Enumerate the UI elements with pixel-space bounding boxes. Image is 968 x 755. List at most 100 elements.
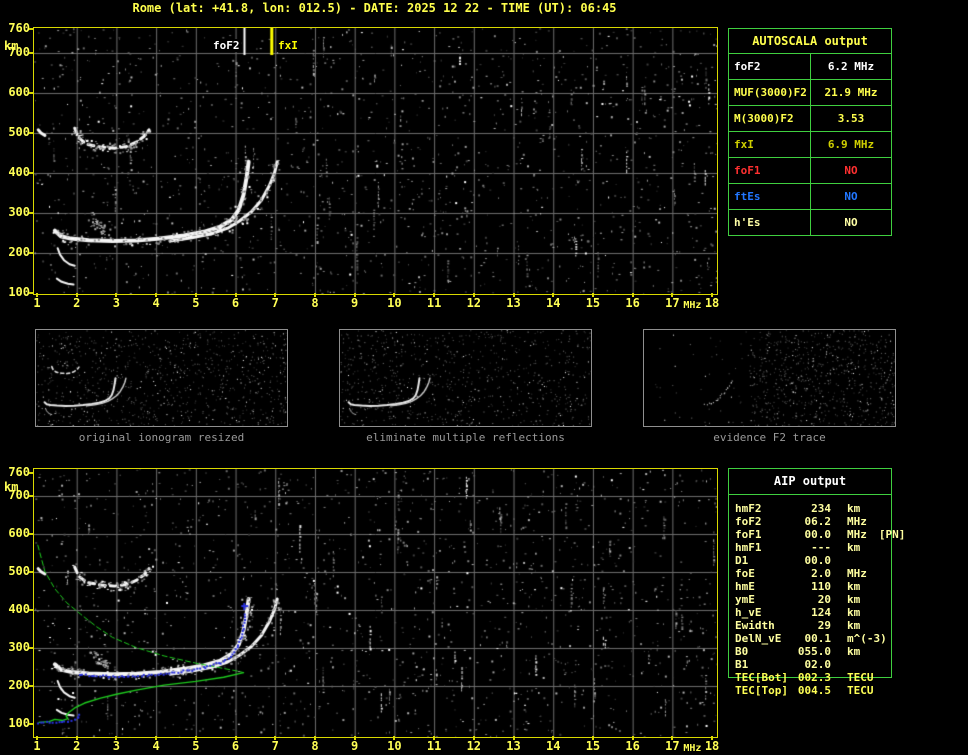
x-tick-label: 2 (73, 739, 81, 753)
param-unit: m^(-3) (847, 632, 887, 645)
param-label: ftEs (729, 184, 811, 209)
aip-row: B1 02.0 (729, 658, 891, 671)
param-value: NO (844, 164, 858, 177)
x-tick-label: 1 (33, 739, 41, 753)
param-label: hmF2 (735, 502, 762, 515)
x-tick-mark (512, 736, 515, 740)
aip-table-rows: hmF2 234 km foF2 06.2 MHz foF1 00.0 MHz [PN] hmF1 -… (729, 502, 905, 697)
x-tick-label: 12 (466, 739, 482, 753)
aip-row: foE 2.0 MHz (729, 567, 891, 580)
x-tick-mark (472, 736, 475, 740)
y-tick-mark (29, 292, 33, 294)
param-unit: TECU (847, 671, 874, 684)
autoscala-row: ftEs NO (729, 184, 891, 210)
x-tick-mark (433, 293, 436, 297)
fof2-marker-label: foF2 (212, 39, 241, 52)
param-value: 110 (811, 580, 831, 593)
x-tick-label: 14 (545, 296, 561, 310)
param-value: 00.0 (804, 554, 832, 567)
y-tick-mark (29, 92, 33, 94)
autoscala-row: MUF(3000)F2 21.9 MHz (729, 80, 891, 106)
param-label: ymE (735, 593, 755, 606)
x-tick-mark (234, 736, 237, 740)
param-label: h'Es (729, 210, 811, 235)
x-tick-label: 14 (545, 739, 561, 753)
param-label: foF2 (729, 54, 811, 79)
aip-row: hmF2 234 km (729, 502, 891, 515)
param-label: foF2 (735, 515, 762, 528)
param-label: foE (735, 567, 755, 580)
x-tick-mark (313, 293, 316, 297)
thumbnail-eliminate-canvas (340, 330, 591, 426)
param-label: foF1 (729, 158, 811, 183)
x-tick-mark (194, 293, 197, 297)
param-label: DelN_vE (735, 632, 782, 645)
param-tag (860, 606, 872, 619)
x-tick-mark (393, 293, 396, 297)
param-unit: km (847, 619, 861, 632)
x-tick-mark (631, 736, 634, 740)
param-value: 055.0 (797, 645, 831, 658)
thumbnail-eliminate-reflections (339, 329, 592, 427)
fxi-marker-label: fxI (277, 39, 299, 52)
x-tick-mark (631, 293, 634, 297)
autoscala-table-rows: foF2 6.2 MHz MUF(3000)F2 21.9 MHz M(3000)F2 3… (729, 54, 891, 235)
param-value: 29 (817, 619, 831, 632)
autoscala-window: { "window": { "title": "Rome (lat: +41.8… (0, 0, 968, 755)
y-tick-mark (29, 494, 33, 497)
param-label: M(3000)F2 (729, 106, 811, 131)
y-tick-label: 300 (8, 205, 30, 219)
param-tag (887, 632, 899, 645)
y-tick-mark (29, 252, 33, 254)
x-tick-mark (711, 293, 714, 297)
y-tick-label: 100 (8, 715, 30, 730)
aip-row: DelN_vE 00.1 m^(-3) (729, 632, 891, 645)
y-tick-mark (29, 52, 33, 54)
param-unit: km (847, 593, 861, 606)
param-value: 234 (811, 502, 831, 515)
param-value: 21.9 MHz (824, 86, 878, 99)
y-tick-mark (29, 722, 33, 725)
param-unit: km (847, 580, 861, 593)
thumbnail-caption-3: evidence F2 trace (713, 431, 826, 444)
param-value: 20 (817, 593, 831, 606)
param-tag (867, 515, 879, 528)
x-tick-mark (234, 293, 237, 297)
bottom-ionogram-plot (33, 468, 718, 738)
x-tick-label: 18 (704, 739, 720, 753)
x-tick-label: 15 (585, 739, 601, 753)
x-tick-label: 17 (665, 739, 680, 753)
param-label: foF1 (735, 528, 762, 541)
autoscala-output-table: AUTOSCALA output foF2 6.2 MHz MUF(3000)F2 2… (728, 28, 892, 236)
x-tick-label: 18 (704, 296, 720, 310)
param-tag (847, 554, 859, 567)
y-tick-mark (29, 472, 33, 475)
x-tick-label: 9 (351, 296, 359, 310)
param-unit: MHz (847, 528, 867, 541)
x-tick-mark (353, 736, 356, 740)
thumbnail-caption-2: eliminate multiple reflections (366, 431, 565, 444)
y-tick-label: 200 (8, 677, 30, 692)
param-value: 06.2 (804, 515, 832, 528)
x-tick-mark (274, 293, 277, 297)
param-value: 00.0 (804, 528, 832, 541)
param-value: --- (811, 541, 831, 554)
y-tick-mark (29, 684, 33, 687)
thumbnail-evidence-f2 (643, 329, 896, 427)
param-value: 004.5 (797, 684, 831, 697)
thumbnail-original-canvas (36, 330, 287, 426)
param-unit: km (847, 606, 861, 619)
x-tick-mark (194, 736, 197, 740)
y-tick-label: 300 (8, 639, 30, 654)
y-tick-mark (29, 28, 33, 30)
y-tick-mark (29, 172, 33, 174)
x-tick-mark (552, 293, 555, 297)
autoscala-table-title: AUTOSCALA output (729, 29, 891, 54)
aip-row: D1 00.0 (729, 554, 891, 567)
x-tick-mark (36, 293, 38, 297)
param-value: 124 (811, 606, 831, 619)
y-tick-label: 400 (8, 165, 30, 179)
x-tick-mark (75, 736, 78, 740)
x-tick-mark (472, 293, 475, 297)
autoscala-row: foF2 6.2 MHz (729, 54, 891, 80)
